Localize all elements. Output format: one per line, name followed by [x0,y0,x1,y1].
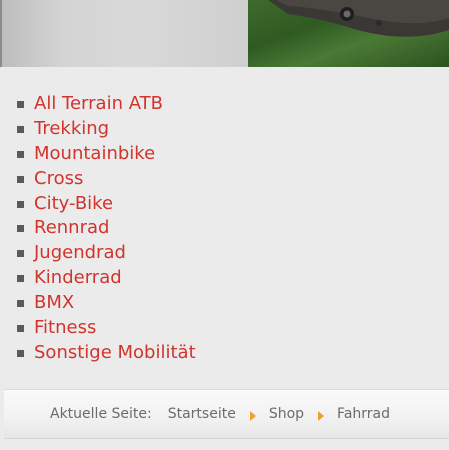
bullet-square-icon [17,300,24,308]
list-item: Mountainbike [0,142,196,167]
bullet-square-icon [17,225,24,233]
category-link-city-bike[interactable]: City-Bike [34,193,113,214]
bullet-square-icon [17,101,24,108]
bullet-square-icon [17,200,24,208]
list-item: All Terrain ATB [0,92,196,117]
category-link-bmx[interactable]: BMX [34,292,74,313]
orange-triangle-arrow-icon [249,411,256,421]
category-link-cross[interactable]: Cross [34,168,83,189]
bullet-square-icon [17,150,24,158]
top-banner [0,0,449,67]
bullet-square-icon [17,325,24,333]
category-link-fitness[interactable]: Fitness [34,317,96,338]
list-item: City-Bike [0,192,196,217]
list-item: Fitness [0,316,196,341]
bullet-square-icon [17,175,24,183]
list-item: Rennrad [0,216,196,241]
banner-left-panel [0,0,248,67]
category-link-sonstige-mobilitaet[interactable]: Sonstige Mobilität [34,342,196,363]
bullet-square-icon [17,125,24,133]
bullet-square-icon [17,250,24,258]
list-item: Cross [0,167,196,192]
list-item: Sonstige Mobilität [0,341,196,366]
breadcrumb-link-shop[interactable]: Shop [269,406,304,422]
category-link-mountainbike[interactable]: Mountainbike [34,143,155,164]
category-link-all-terrain-atb[interactable]: All Terrain ATB [34,93,163,114]
banner-image [248,0,449,67]
list-item: Kinderrad [0,266,196,291]
list-item: Jugendrad [0,241,196,266]
bullet-square-icon [17,275,24,283]
breadcrumb-link-fahrrad[interactable]: Fahrrad [337,406,390,422]
category-list: All Terrain ATB Trekking Mountainbike Cr… [0,92,196,366]
list-item: BMX [0,291,196,316]
breadcrumb-prefix: Aktuelle Seite: [50,406,152,422]
bike-photo-icon [268,0,449,37]
orange-triangle-arrow-icon [318,411,325,421]
category-link-jugendrad[interactable]: Jugendrad [34,242,126,263]
bullet-square-icon [17,349,24,357]
bottom-strip [0,440,449,450]
category-link-trekking[interactable]: Trekking [34,118,109,139]
breadcrumb-link-startseite[interactable]: Startseite [168,406,236,422]
category-link-kinderrad[interactable]: Kinderrad [34,267,122,288]
category-link-rennrad[interactable]: Rennrad [34,217,109,238]
list-item: Trekking [0,117,196,142]
breadcrumb: Aktuelle Seite: Startseite Shop Fahrrad [4,389,449,439]
breadcrumb-content: Aktuelle Seite: Startseite Shop Fahrrad [50,406,390,422]
